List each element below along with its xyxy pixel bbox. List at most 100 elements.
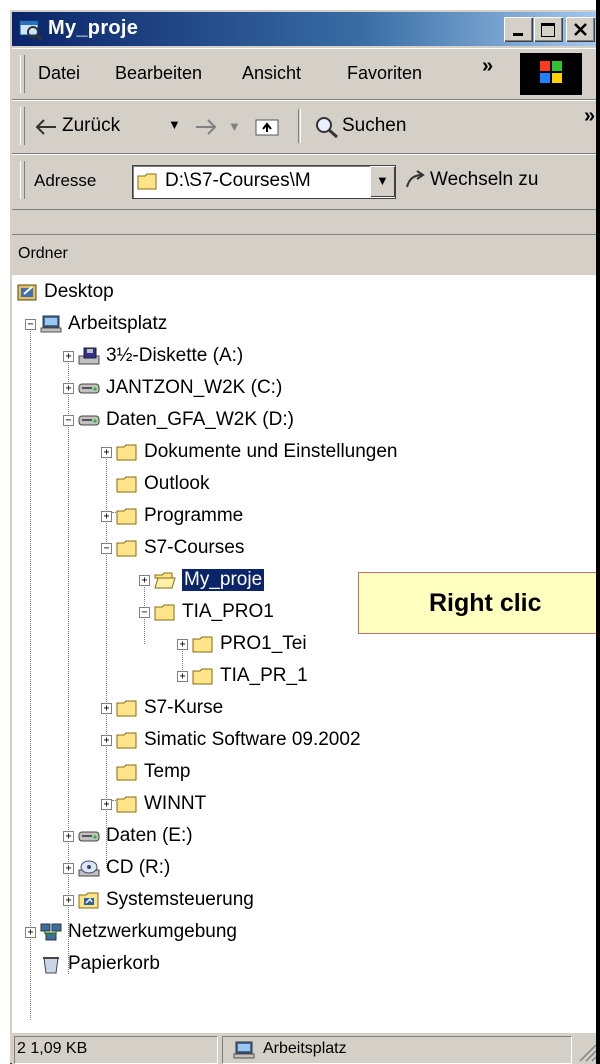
expand-toggle[interactable]: + <box>177 671 188 682</box>
tree-item-tia-pr-1[interactable]: TIA_PR_1 <box>192 660 308 692</box>
address-field[interactable]: D:\S7-Courses\M <box>132 165 396 199</box>
toolbar-grip[interactable] <box>20 107 25 145</box>
tree-item-label: Daten_GFA_W2K (D:) <box>106 409 294 430</box>
tree-item-drive-e[interactable]: Daten (E:) <box>78 820 193 852</box>
collapse-toggle[interactable]: − <box>63 415 74 426</box>
tree-item-label: Temp <box>144 761 191 782</box>
minimize-button[interactable] <box>504 17 533 42</box>
tree-line <box>30 320 31 1020</box>
hard-drive-icon <box>78 415 100 426</box>
expand-toggle[interactable]: + <box>63 351 74 362</box>
tree-item-drive-d[interactable]: Daten_GFA_W2K (D:) <box>78 404 294 436</box>
tree-item-label: JANTZON_W2K (C:) <box>106 377 283 398</box>
recycle-bin-icon <box>43 957 59 974</box>
standard-toolbar: Zurück ▼ ▼ Suchen » <box>12 100 600 154</box>
tree-item-drive-c[interactable]: JANTZON_W2K (C:) <box>78 372 282 404</box>
status-bar: 2 1,09 KB Arbeitsplatz <box>12 1032 600 1064</box>
close-button[interactable] <box>566 17 595 42</box>
tree-item-drive-r[interactable]: CD (R:) <box>78 852 170 884</box>
expand-toggle[interactable]: + <box>63 895 74 906</box>
menu-datei[interactable]: Datei <box>38 63 80 84</box>
computer-icon <box>40 315 62 333</box>
resize-grip-icon[interactable] <box>574 1039 598 1063</box>
tree-item-s7-kurse[interactable]: S7-Kurse <box>116 692 223 724</box>
tree-item-tia-pro1[interactable]: TIA_PRO1 <box>154 596 274 628</box>
expand-toggle[interactable]: + <box>25 927 36 938</box>
control-panel-icon <box>78 892 99 909</box>
folder-icon <box>192 668 213 685</box>
address-label: Adresse <box>34 171 97 190</box>
tree-item-label: S7-Courses <box>144 537 245 558</box>
tree-item-label: Desktop <box>44 281 114 302</box>
address-grip[interactable] <box>20 161 25 199</box>
tree-item-my-proje[interactable]: My_proje <box>154 564 265 596</box>
status-location: Arbeitsplatz <box>263 1040 347 1057</box>
minimize-icon <box>513 33 523 36</box>
search-button[interactable]: Suchen <box>314 111 464 143</box>
search-icon <box>316 117 338 139</box>
tree-item-outlook[interactable]: Outlook <box>116 468 209 500</box>
back-dropdown-icon[interactable]: ▼ <box>168 117 181 132</box>
expand-toggle[interactable]: + <box>101 735 112 746</box>
forward-dropdown-icon[interactable]: ▼ <box>228 119 241 134</box>
expand-toggle[interactable]: + <box>101 511 112 522</box>
title-bar[interactable]: My_proje <box>12 12 600 46</box>
explorer-icon <box>19 20 43 41</box>
tree-item-label: Outlook <box>144 473 210 494</box>
expand-toggle[interactable]: + <box>101 703 112 714</box>
tree-item-pro1-tei[interactable]: PRO1_Tei <box>192 628 307 660</box>
chevron-down-icon: ▼ <box>376 173 389 188</box>
expand-toggle[interactable]: + <box>101 447 112 458</box>
collapse-toggle[interactable]: − <box>101 543 112 554</box>
tree-item-systemsteuerung[interactable]: Systemsteuerung <box>78 884 254 916</box>
menu-bearbeiten[interactable]: Bearbeiten <box>115 63 202 84</box>
expand-toggle[interactable]: + <box>63 863 74 874</box>
folder-icon <box>116 444 137 461</box>
explorer-window: My_proje Datei Bearbeiten Ansicht Favori… <box>8 8 600 1064</box>
address-dropdown-button[interactable]: ▼ <box>370 166 395 197</box>
desktop-icon <box>17 284 37 301</box>
go-arrow-icon <box>406 170 425 188</box>
expand-toggle[interactable]: + <box>139 575 150 586</box>
tree-item-s7-courses[interactable]: S7-Courses <box>116 532 244 564</box>
expand-toggle[interactable]: + <box>63 831 74 842</box>
close-icon <box>574 23 587 36</box>
tree-item-floppy[interactable]: 3½-Diskette (A:) <box>78 340 243 372</box>
tree-item-winnt[interactable]: WINNT <box>116 788 206 820</box>
status-location-field: Arbeitsplatz <box>222 1036 572 1064</box>
menu-overflow-chevron[interactable]: » <box>482 55 493 78</box>
tree-item-label: 3½-Diskette (A:) <box>106 345 244 366</box>
tree-item-netzwerkumgebung[interactable]: Netzwerkumgebung <box>40 916 237 948</box>
collapse-toggle[interactable]: − <box>139 607 150 618</box>
expand-toggle[interactable]: + <box>63 383 74 394</box>
go-button[interactable]: Wechseln zu <box>404 165 600 197</box>
forward-arrow-icon[interactable] <box>194 117 218 137</box>
tree-item-arbeitsplatz[interactable]: Arbeitsplatz <box>40 308 167 340</box>
tree-item-label: Netzwerkumgebung <box>68 921 237 942</box>
collapse-toggle[interactable]: − <box>25 319 36 330</box>
toolbar-overflow-chevron[interactable]: » <box>584 105 595 128</box>
back-button[interactable]: Zurück ▼ <box>34 111 194 143</box>
tree-item-papierkorb[interactable]: Papierkorb <box>40 948 160 980</box>
maximize-icon <box>541 23 555 37</box>
folder-icon <box>192 636 213 653</box>
menu-bar: Datei Bearbeiten Ansicht Favoriten » <box>12 48 600 100</box>
menu-favoriten[interactable]: Favoriten <box>347 63 422 84</box>
tree-item-simatic-software[interactable]: Simatic Software 09.2002 <box>116 724 361 756</box>
expand-toggle[interactable]: + <box>101 799 112 810</box>
back-arrow-icon <box>35 119 56 135</box>
tree-item-programme[interactable]: Programme <box>116 500 243 532</box>
menu-ansicht[interactable]: Ansicht <box>242 63 301 84</box>
back-label: Zurück <box>62 115 121 136</box>
up-folder-icon[interactable] <box>254 115 280 137</box>
expand-toggle[interactable]: + <box>177 639 188 650</box>
tree-item-desktop[interactable]: Desktop <box>16 276 114 308</box>
maximize-button[interactable] <box>534 17 563 42</box>
folder-icon <box>116 508 137 525</box>
status-size: 2 1,09 KB <box>17 1040 88 1057</box>
folder-tree: Desktop − Arbeitsplatz + 3½-Diskette (A:… <box>12 276 600 1032</box>
tree-item-dokumente[interactable]: Dokumente und Einstellungen <box>116 436 398 468</box>
menu-grip[interactable] <box>20 55 25 93</box>
tree-item-temp[interactable]: Temp <box>116 756 190 788</box>
tree-item-label: Daten (E:) <box>106 825 193 846</box>
